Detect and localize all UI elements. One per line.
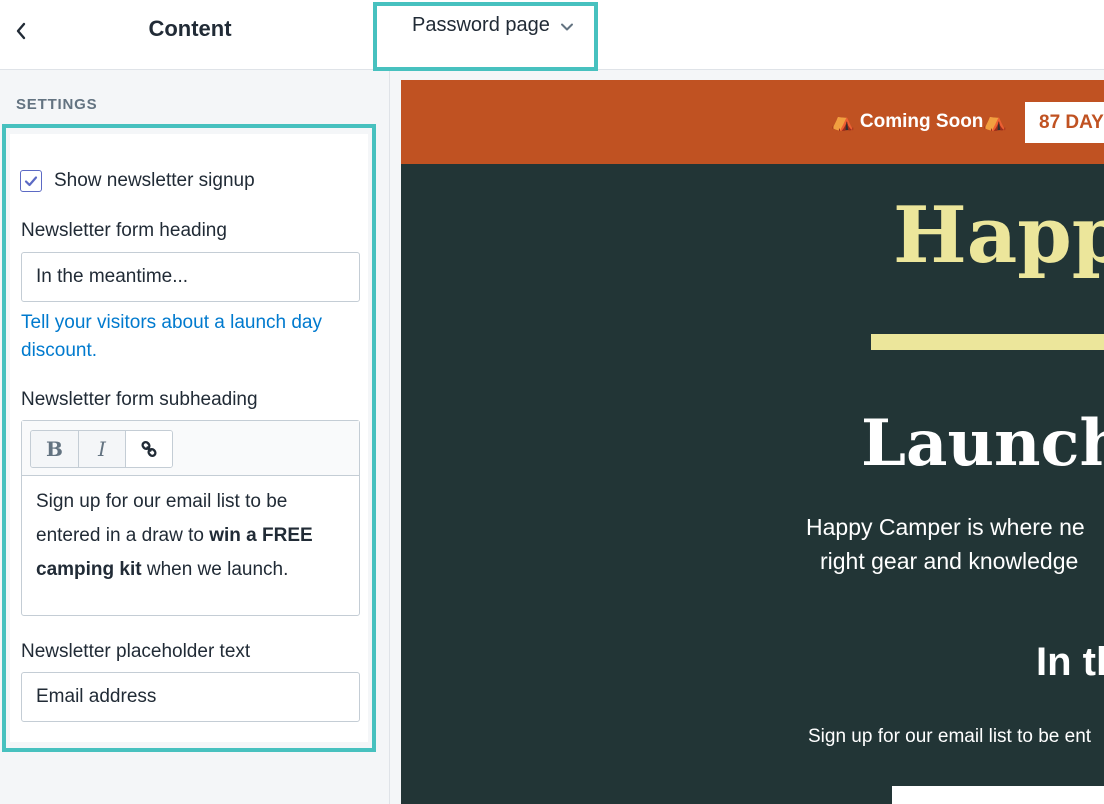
sidebar-header: Content — [0, 0, 390, 70]
placeholder-text-label: Newsletter placeholder text — [21, 641, 251, 662]
show-newsletter-checkbox[interactable] — [20, 170, 42, 192]
placeholder-text-input[interactable] — [21, 672, 360, 722]
sidebar-title: Content — [148, 16, 232, 41]
countdown-badge: 87 DAY — [1025, 102, 1104, 143]
insert-link-button[interactable] — [125, 431, 172, 467]
checkmark-icon — [24, 176, 38, 187]
store-description-line-1: Happy Camper is where ne — [806, 514, 1085, 540]
rich-text-button-group: B I — [30, 430, 173, 468]
italic-button[interactable]: I — [78, 431, 125, 467]
page-selector[interactable]: Password page — [412, 14, 574, 37]
announcement-bar: ⛺ Coming Soon⛺ 87 DAY — [401, 80, 1104, 164]
store-description: Happy Camper is where ne right gear and … — [806, 510, 1104, 578]
form-subheading-label: Newsletter form subheading — [21, 389, 258, 410]
show-newsletter-label: Show newsletter signup — [54, 170, 255, 191]
launch-discount-help-link[interactable]: Tell your visitors about a launch day di… — [21, 309, 361, 365]
subheading-text-2: when we launch. — [141, 559, 289, 580]
form-heading-input[interactable] — [21, 252, 360, 302]
newsletter-heading-preview: In th — [1036, 640, 1104, 684]
form-heading-label: Newsletter form heading — [21, 220, 227, 241]
store-description-line-2: right gear and knowledge — [820, 548, 1079, 574]
title-divider — [871, 334, 1104, 350]
link-icon — [141, 440, 157, 458]
rich-text-content[interactable]: Sign up for our email list to be entered… — [36, 485, 346, 587]
store-title: Happ — [893, 190, 1104, 281]
storefront-preview[interactable]: ⛺ Coming Soon⛺ 87 DAY Happ Launch Happy … — [401, 80, 1104, 804]
newsletter-subheading-preview: Sign up for our email list to be ent — [808, 726, 1092, 747]
coming-soon-text: ⛺ Coming Soon⛺ — [831, 111, 1008, 132]
settings-section-label: SETTINGS — [16, 96, 98, 113]
bold-button[interactable]: B — [31, 431, 78, 467]
email-input-preview[interactable] — [892, 786, 1104, 804]
chevron-down-icon — [560, 23, 573, 30]
rich-text-toolbar: B I — [22, 421, 359, 476]
launch-heading: Launch — [861, 406, 1104, 481]
form-subheading-editor[interactable]: B I Sign up for our email list to be ent… — [21, 420, 360, 616]
page-selector-label: Password page — [412, 14, 550, 36]
show-newsletter-checkbox-row[interactable]: Show newsletter signup — [20, 170, 255, 192]
